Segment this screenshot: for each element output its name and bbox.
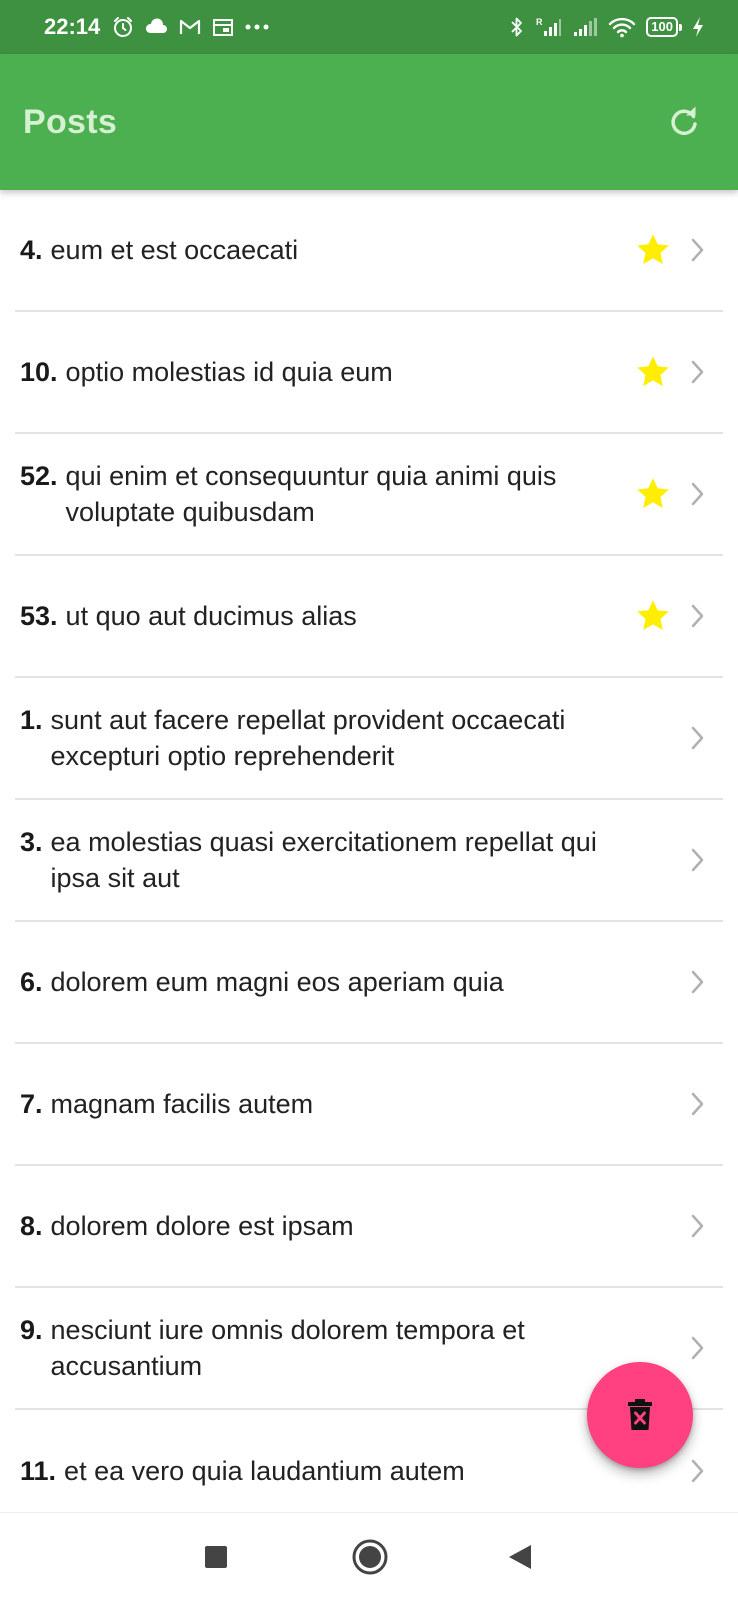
post-title: ea molestias quasi exercitationem repell…	[50, 827, 597, 893]
system-icons: R 100	[510, 16, 704, 38]
post-id: 3.	[20, 827, 43, 857]
post-id: 4.	[20, 235, 43, 265]
post-text: 6. dolorem eum magni eos aperiam quia	[15, 964, 610, 1000]
chevron-right-icon	[691, 726, 704, 750]
post-id: 11.	[20, 1456, 57, 1486]
post-title: nesciunt iure omnis dolorem tempora et a…	[50, 1315, 525, 1381]
post-title: optio molestias id quia eum	[65, 357, 393, 387]
post-list-item[interactable]: 53. ut quo aut ducimus alias	[15, 556, 723, 678]
post-title: magnam facilis autem	[50, 1089, 314, 1119]
post-id: 53.	[20, 601, 58, 631]
recents-button[interactable]	[186, 1527, 246, 1587]
bluetooth-icon	[510, 16, 524, 38]
back-button[interactable]	[490, 1527, 550, 1587]
post-title: dolorem eum magni eos aperiam quia	[50, 967, 504, 997]
post-id: 1.	[20, 705, 43, 735]
star-icon[interactable]	[635, 476, 671, 512]
post-title: et ea vero quia laudantium autem	[64, 1456, 465, 1486]
delete-icon	[628, 1399, 652, 1430]
home-button[interactable]	[340, 1527, 400, 1587]
wifi-icon	[608, 16, 636, 38]
chevron-right-icon	[691, 1214, 704, 1238]
refresh-icon	[671, 106, 697, 136]
post-list-item[interactable]: 52. qui enim et consequuntur quia animi q…	[15, 434, 723, 556]
app-bar: Posts	[0, 54, 738, 190]
chevron-right-icon	[691, 848, 704, 872]
post-text: 10. optio molestias id quia eum	[15, 354, 610, 390]
post-text: 4. eum et est occaecati	[15, 232, 610, 268]
chevron-right-icon	[691, 1459, 704, 1483]
status-time: 22:14	[44, 14, 101, 39]
svg-text:R: R	[536, 17, 543, 27]
battery-icon: 100	[646, 17, 682, 37]
screen: 22:14 R 100 Posts 4. eum et est occaecat…	[0, 0, 738, 1600]
post-list-item[interactable]: 10. optio molestias id quia eum	[15, 312, 723, 434]
signal-icon	[572, 16, 598, 38]
chevron-right-icon	[691, 604, 704, 628]
status-bar: 22:14 R 100	[0, 0, 738, 54]
post-text: 9. nesciunt iure omnis dolorem tempora et…	[15, 1312, 610, 1384]
post-title: sunt aut facere repellat provident occae…	[50, 705, 566, 771]
post-text: 8. dolorem dolore est ipsam	[15, 1208, 610, 1244]
calendar-icon	[212, 16, 234, 38]
post-id: 9.	[20, 1315, 43, 1345]
recents-icon	[205, 1546, 227, 1568]
battery-level: 100	[646, 17, 678, 37]
signal-roaming-icon: R	[534, 16, 562, 38]
post-title: ut quo aut ducimus alias	[65, 601, 357, 631]
star-icon[interactable]	[635, 598, 671, 634]
cloud-icon	[144, 18, 168, 36]
page-title: Posts	[23, 102, 118, 141]
chevron-right-icon	[691, 482, 704, 506]
star-icon[interactable]	[635, 354, 671, 390]
post-id: 8.	[20, 1211, 43, 1241]
post-text: 3. ea molestias quasi exercitationem repe…	[15, 824, 610, 896]
post-list: 4. eum et est occaecati 10. optio molestias…	[0, 190, 738, 1512]
chevron-right-icon	[691, 360, 704, 384]
post-list-item[interactable]: 8. dolorem dolore est ipsam	[15, 1166, 723, 1288]
post-text: 7. magnam facilis autem	[15, 1086, 610, 1122]
back-icon	[509, 1545, 531, 1569]
star-icon[interactable]	[635, 232, 671, 268]
post-list-item[interactable]: 4. eum et est occaecati	[15, 190, 723, 312]
post-text: 53. ut quo aut ducimus alias	[15, 598, 610, 634]
post-id: 10.	[20, 357, 58, 387]
chevron-right-icon	[691, 238, 704, 262]
chevron-right-icon	[691, 1336, 704, 1360]
alarm-icon	[112, 16, 134, 38]
refresh-button[interactable]	[664, 102, 704, 142]
post-id: 6.	[20, 967, 43, 997]
post-id: 7.	[20, 1089, 43, 1119]
more-notifications-icon	[244, 23, 270, 31]
post-title: eum et est occaecati	[50, 235, 299, 265]
post-text: 11. et ea vero quia laudantium autem	[15, 1453, 610, 1489]
delete-all-button[interactable]	[587, 1362, 693, 1468]
chevron-right-icon	[691, 970, 704, 994]
gmail-icon	[178, 17, 202, 37]
post-list-item[interactable]: 7. magnam facilis autem	[15, 1044, 723, 1166]
navigation-bar	[0, 1512, 738, 1600]
post-list-item[interactable]: 1. sunt aut facere repellat provident occ…	[15, 678, 723, 800]
post-list-item[interactable]: 3. ea molestias quasi exercitationem repe…	[15, 800, 723, 922]
post-title: qui enim et consequuntur quia animi quis…	[65, 461, 557, 527]
post-id: 52.	[20, 461, 58, 491]
post-list-item[interactable]: 6. dolorem eum magni eos aperiam quia	[15, 922, 723, 1044]
home-icon	[352, 1539, 388, 1575]
post-text: 52. qui enim et consequuntur quia animi q…	[15, 458, 610, 530]
post-text: 1. sunt aut facere repellat provident occ…	[15, 702, 610, 774]
notification-icons	[112, 16, 270, 38]
chevron-right-icon	[691, 1092, 704, 1116]
post-title: dolorem dolore est ipsam	[50, 1211, 354, 1241]
charging-icon	[692, 16, 704, 38]
